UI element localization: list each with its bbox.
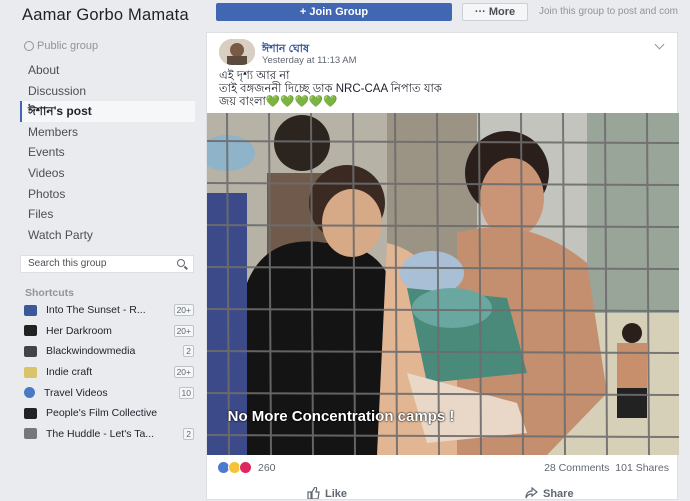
post-stats: 260 28 Comments 101 Shares <box>217 461 669 477</box>
shortcut-item[interactable]: The Huddle - Let's Ta... 2 <box>24 424 194 445</box>
group-thumbnail-icon <box>24 366 37 378</box>
nav-photos[interactable]: Photos <box>20 184 195 205</box>
search-placeholder: Search this group <box>28 258 107 269</box>
nav-post[interactable]: ঈশান's post <box>20 101 195 122</box>
post-text: এই দৃশ্য আর না তাই বঙ্গজননী দিচ্ছে ডাক N… <box>219 70 442 109</box>
post-line: এই দৃশ্য আর না <box>219 70 290 82</box>
shortcut-count: 10 <box>178 386 194 399</box>
post-card: ঈশান ঘোষ Yesterday at 11:13 AM এই দৃশ্য … <box>206 32 679 501</box>
search-icon[interactable] <box>177 259 185 267</box>
group-privacy-label: Public group <box>37 40 99 52</box>
shortcut-label: Travel Videos <box>44 386 108 399</box>
share-button[interactable]: Share <box>525 486 574 500</box>
post-line-text: জয় বাংলা <box>219 96 266 108</box>
shortcut-item[interactable]: Into The Sunset - R... 20+ <box>24 300 194 321</box>
group-action-bar: + Join Group ··· More Join this group to… <box>216 0 690 26</box>
more-button[interactable]: ··· More <box>462 3 528 21</box>
group-thumbnail-icon <box>24 304 37 316</box>
thumbs-up-icon <box>307 486 320 500</box>
shortcut-count: 2 <box>183 345 194 358</box>
photo-caption: No More Concentration camps ! <box>227 408 455 425</box>
like-button[interactable]: Like <box>307 486 348 500</box>
shortcuts-heading: Shortcuts <box>25 287 75 299</box>
nav-files[interactable]: Files <box>20 204 195 225</box>
green-hearts: 💚💚💚💚💚 <box>265 96 338 108</box>
shortcut-item[interactable]: Travel Videos 10 <box>24 382 194 403</box>
nav-watch-party[interactable]: Watch Party <box>20 225 195 246</box>
shortcut-label: Into The Sunset - R... <box>46 304 146 317</box>
share-label: Share <box>543 488 574 500</box>
avatar[interactable] <box>219 39 255 65</box>
group-thumbnail-icon <box>24 325 37 337</box>
shortcut-label: Her Darkroom <box>46 324 112 337</box>
chevron-down-icon[interactable] <box>654 39 665 50</box>
shortcut-label: Blackwindowmedia <box>46 345 136 358</box>
post-line: তাই বঙ্গজননী দিচ্ছে ডাক NRC-CAA নিপাত যা… <box>219 83 442 95</box>
globe-icon <box>24 41 34 51</box>
join-hint-text: Join this group to post and com <box>539 6 678 17</box>
shortcut-item[interactable]: Blackwindowmedia 2 <box>24 341 194 362</box>
post-photo[interactable]: No More Concentration camps ! <box>207 113 679 455</box>
shortcut-label: The Huddle - Let's Ta... <box>46 427 155 440</box>
nav-about[interactable]: About <box>20 60 195 81</box>
share-arrow-icon <box>525 486 538 499</box>
comment-share-counts[interactable]: 28 Comments 101 Shares <box>544 462 669 474</box>
post-line: জয় বাংলা💚💚💚💚💚 <box>219 96 442 109</box>
avatar-image <box>219 39 255 65</box>
shortcut-label: People's Film Collective <box>46 407 158 420</box>
group-title[interactable]: Aamar Gorbo Mamata <box>22 6 202 24</box>
globe-icon <box>24 387 35 399</box>
comments-count[interactable]: 28 Comments <box>544 462 609 474</box>
nav-events[interactable]: Events <box>20 142 195 163</box>
clapperboard-icon <box>24 407 37 419</box>
nav-videos[interactable]: Videos <box>20 163 195 184</box>
photo-illustration <box>207 113 679 455</box>
group-privacy: Public group <box>24 40 98 52</box>
group-search-input[interactable]: Search this group <box>20 255 194 273</box>
shortcut-label: Indie craft <box>46 366 93 379</box>
left-sidebar: Aamar Gorbo Mamata Public group About Di… <box>0 0 206 500</box>
shortcut-count: 20+ <box>173 366 194 379</box>
shortcut-item[interactable]: People's Film Collective <box>24 403 194 424</box>
shortcut-count: 2 <box>183 427 194 440</box>
shortcut-count: 20+ <box>173 324 194 337</box>
cup-icon <box>24 428 37 440</box>
shortcuts-list: Into The Sunset - R... 20+ Her Darkroom 20… <box>24 300 194 444</box>
post-actions: Like Share <box>207 485 679 501</box>
shares-count[interactable]: 101 Shares <box>615 462 669 474</box>
group-nav: About Discussion ঈশান's post Members Eve… <box>20 60 195 245</box>
shortcut-item[interactable]: Indie craft 20+ <box>24 362 194 383</box>
reaction-count: 260 <box>258 461 276 474</box>
nav-discussion[interactable]: Discussion <box>20 81 195 102</box>
reactions-summary[interactable]: 260 <box>217 461 276 474</box>
love-reaction-icon <box>239 461 252 474</box>
shortcut-count: 20+ <box>173 304 194 317</box>
like-label: Like <box>325 488 348 500</box>
post-timestamp[interactable]: Yesterday at 11:13 AM <box>262 55 357 66</box>
group-thumbnail-icon <box>24 345 37 357</box>
shortcut-item[interactable]: Her Darkroom 20+ <box>24 321 194 342</box>
nav-members[interactable]: Members <box>20 122 195 143</box>
join-group-button[interactable]: + Join Group <box>216 3 452 21</box>
